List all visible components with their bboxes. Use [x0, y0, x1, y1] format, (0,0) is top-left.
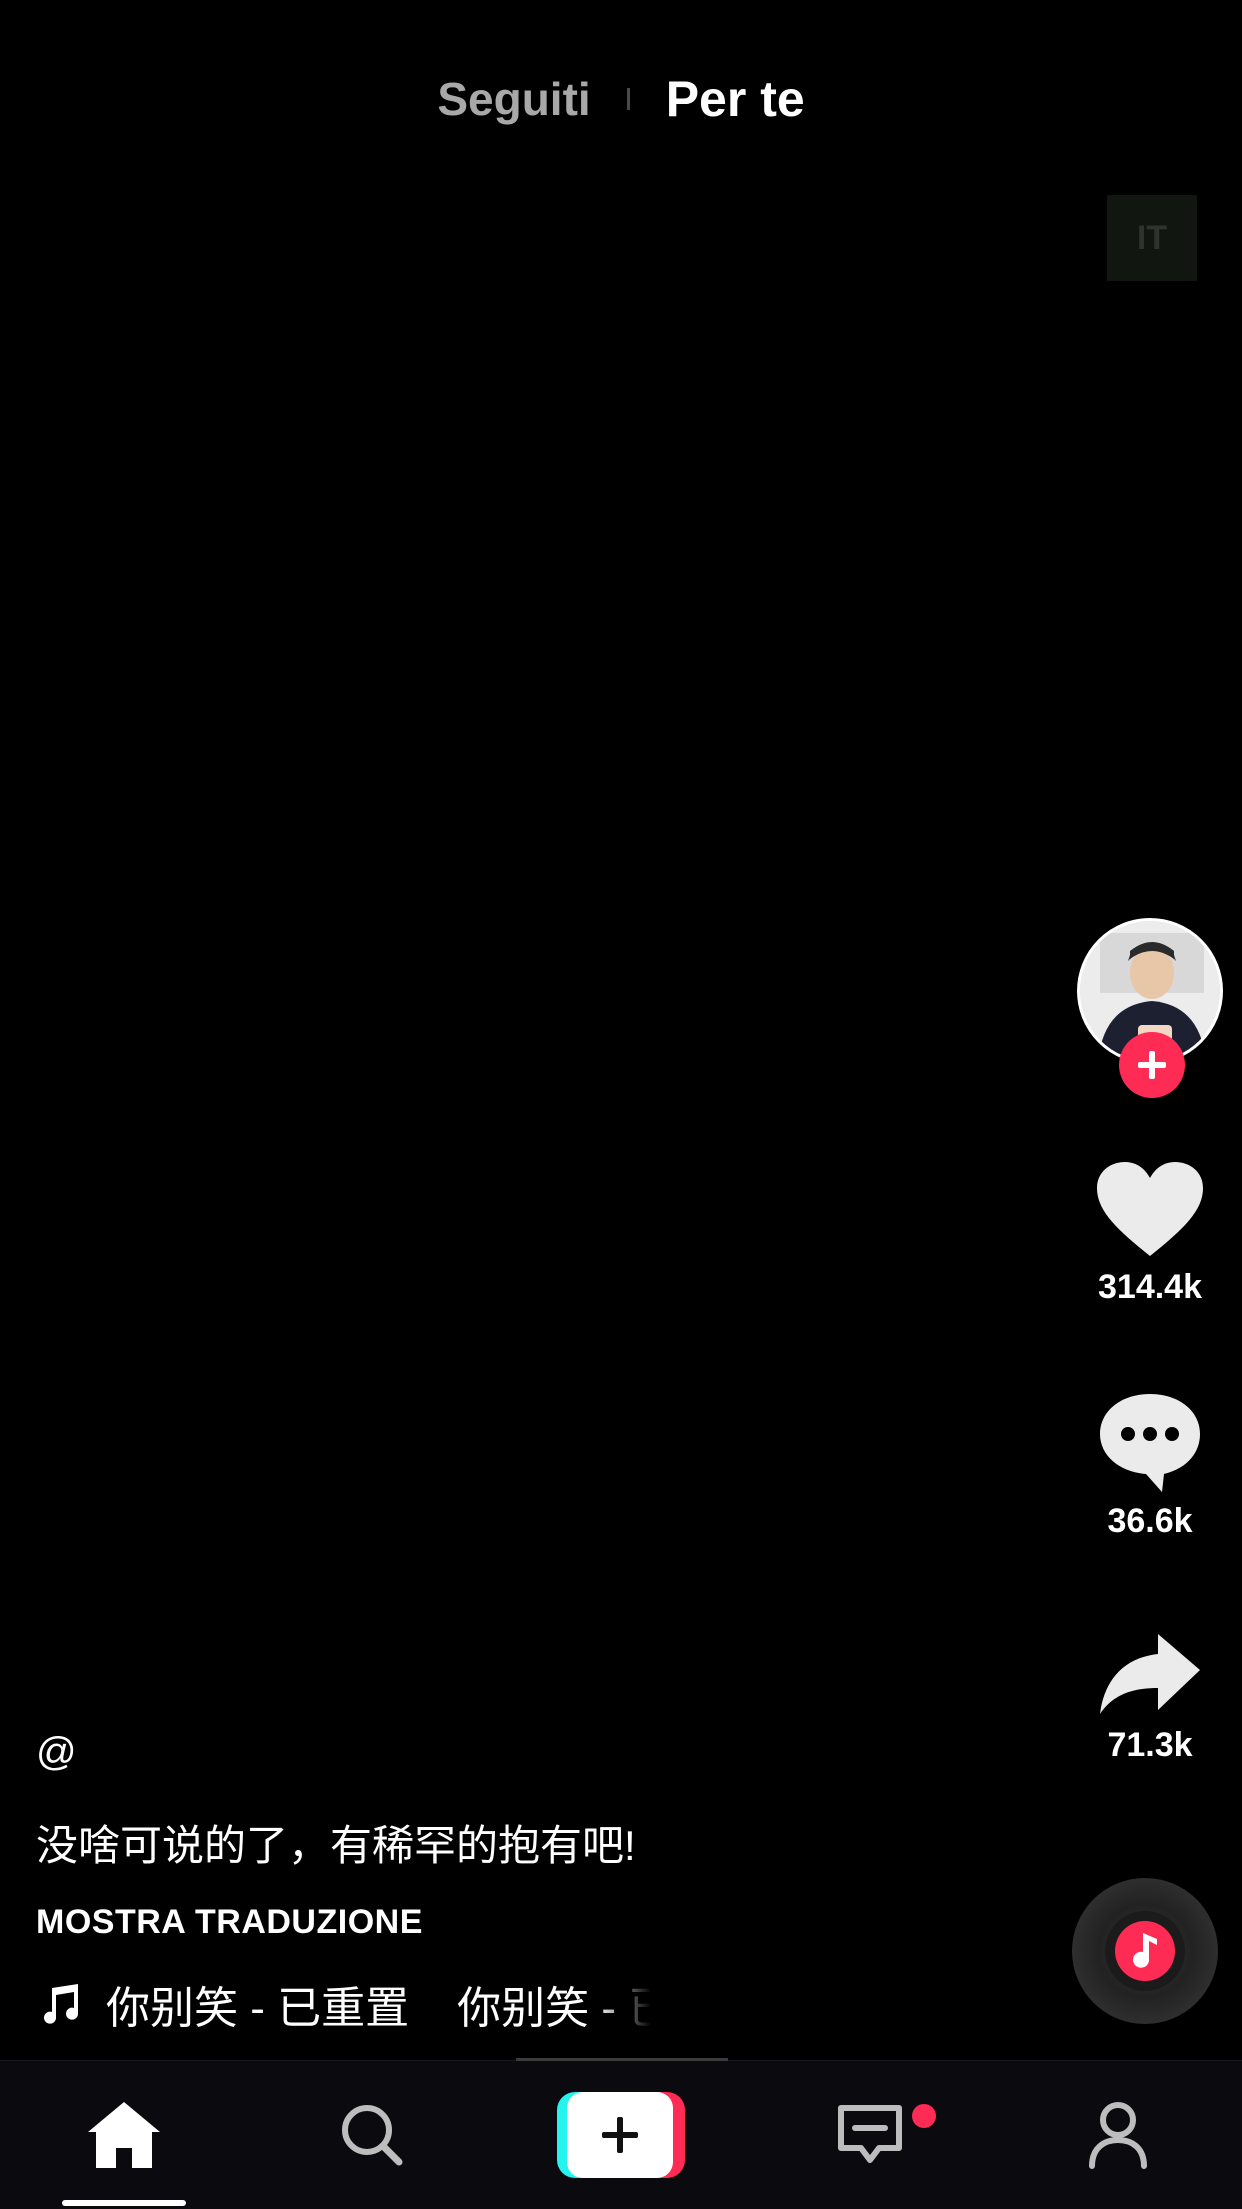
- creator-avatar-group[interactable]: [1077, 918, 1225, 1098]
- show-translation-button[interactable]: MOSTRA TRADUZIONE: [36, 1903, 1036, 1942]
- home-active-indicator: [62, 2200, 186, 2206]
- music-note-icon: [1115, 1921, 1175, 1981]
- like-action[interactable]: 314.4k: [1060, 1160, 1240, 1307]
- inbox-icon: [838, 2105, 902, 2163]
- tab-for-you[interactable]: Per te: [642, 70, 829, 128]
- nav-create[interactable]: [521, 2061, 721, 2209]
- create-button[interactable]: [557, 2092, 685, 2178]
- share-icon: [1100, 1634, 1200, 1714]
- nav-profile[interactable]: [1018, 2061, 1218, 2209]
- profile-icon: [1089, 2102, 1147, 2169]
- comment-action[interactable]: 36.6k: [1060, 1390, 1240, 1541]
- music-note-icon: [44, 1984, 78, 2024]
- nav-inbox[interactable]: [770, 2061, 970, 2209]
- share-count: 71.3k: [1107, 1726, 1193, 1764]
- feed-tabs: Seguiti Per te: [0, 70, 1242, 128]
- bottom-nav: [0, 2060, 1242, 2209]
- username[interactable]: @: [36, 1730, 1036, 1780]
- nav-home[interactable]: [24, 2061, 224, 2209]
- post-info: @ 没啥可说的了，有稀罕的抱有吧! MOSTRA TRADUZIONE 你别笑 …: [36, 1730, 1036, 2036]
- music-title-marquee: 你别笑 - 已重置你别笑 - 已重置: [106, 1972, 651, 2036]
- music-info[interactable]: 你别笑 - 已重置你别笑 - 已重置: [36, 1972, 1036, 2036]
- comment-count: 36.6k: [1107, 1502, 1193, 1540]
- plus-icon: [1138, 1051, 1166, 1079]
- heart-icon: [1097, 1162, 1203, 1256]
- plus-icon: [602, 2117, 638, 2153]
- nav-discover[interactable]: [272, 2061, 472, 2209]
- tab-divider: [626, 88, 630, 110]
- like-count: 314.4k: [1098, 1268, 1202, 1306]
- music-disc-center: [1105, 1911, 1185, 1991]
- create-button-face: [567, 2092, 673, 2178]
- music-disc[interactable]: [1072, 1878, 1218, 2024]
- home-icon: [88, 2102, 160, 2168]
- share-action[interactable]: 71.3k: [1060, 1630, 1240, 1765]
- tab-following[interactable]: Seguiti: [413, 72, 614, 126]
- follow-button[interactable]: [1119, 1032, 1185, 1098]
- music-title-repeat: 你别笑 - 已重置: [457, 1984, 651, 2033]
- language-badge: IT: [1107, 195, 1197, 281]
- inbox-notification-dot: [912, 2104, 936, 2128]
- scroll-indicator: [516, 2058, 728, 2061]
- music-title: 你别笑 - 已重置: [106, 1984, 410, 2033]
- caption: 没啥可说的了，有稀罕的抱有吧!: [36, 1822, 636, 1869]
- comment-icon: [1100, 1394, 1200, 1492]
- search-icon: [342, 2105, 403, 2166]
